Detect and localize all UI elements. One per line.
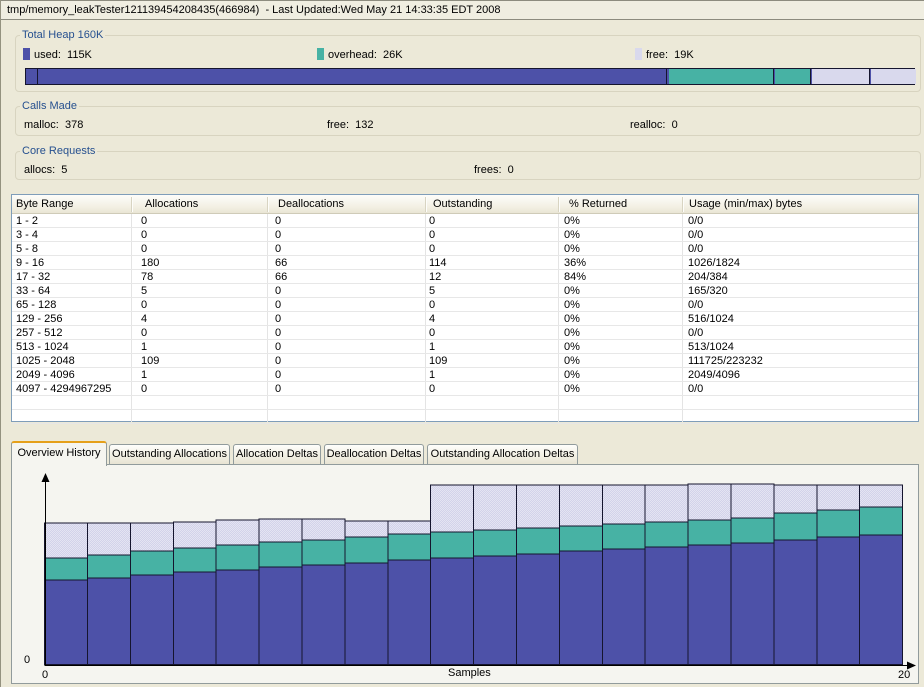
svg-text:0: 0 bbox=[24, 654, 30, 666]
svg-text:Samples: Samples bbox=[448, 667, 491, 679]
svg-text:0: 0 bbox=[42, 669, 48, 681]
svg-text:20: 20 bbox=[898, 669, 910, 681]
